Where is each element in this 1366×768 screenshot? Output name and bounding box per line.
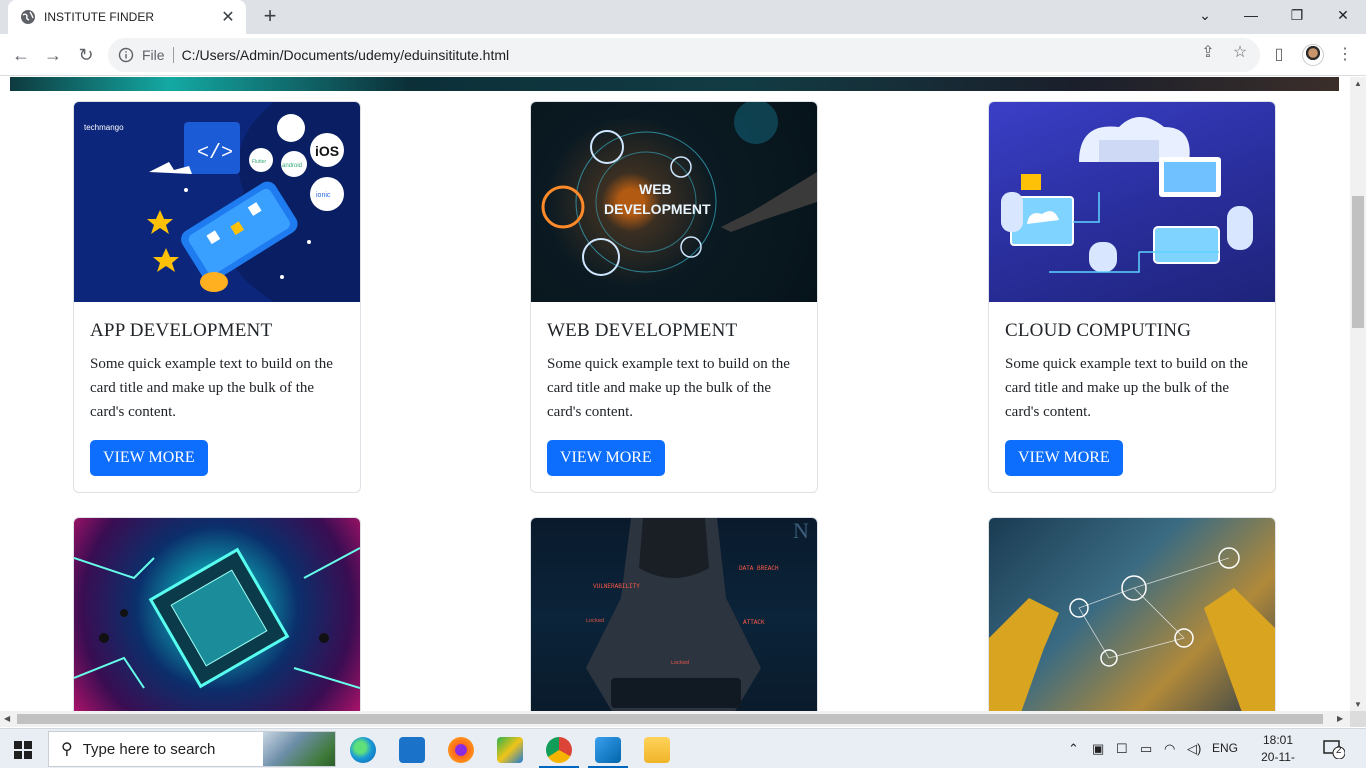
volume-icon[interactable]: ◁) <box>1187 741 1201 757</box>
scrollbar-corner <box>1350 711 1366 727</box>
card-electronics <box>73 517 361 711</box>
web-heading-1: WEB <box>639 181 672 197</box>
card-app-development: techmango </> iOS Flutter android ionic … <box>73 101 361 493</box>
info-icon[interactable] <box>118 47 134 63</box>
snipping-tool-icon[interactable] <box>497 737 523 763</box>
view-more-button[interactable]: VIEW MORE <box>1005 440 1123 476</box>
card-text: Some quick example text to build on the … <box>1005 356 1248 420</box>
svg-text:VULNERABILITY: VULNERABILITY <box>593 583 640 590</box>
profile-avatar[interactable] <box>1302 44 1324 66</box>
browser-tab[interactable]: INSTITUTE FINDER ✕ <box>8 0 246 34</box>
svg-text:android: android <box>282 163 302 169</box>
card-robotics <box>988 517 1276 711</box>
hero-banner-bottom <box>10 77 1339 91</box>
svg-text:Locked: Locked <box>671 660 689 666</box>
card-title: WEB DEVELOPMENT <box>547 320 738 341</box>
card-title: CLOUD COMPUTING <box>1005 320 1192 341</box>
card-title: APP DEVELOPMENT <box>90 320 273 341</box>
robotics-image <box>989 518 1275 711</box>
bookmark-star-icon[interactable]: ☆ <box>1229 42 1251 62</box>
vertical-scrollbar[interactable]: ▲ ▼ <box>1350 77 1366 711</box>
svg-text:</>: </> <box>197 142 233 165</box>
reload-icon[interactable]: ↻ <box>73 42 99 68</box>
horizontal-scroll-thumb[interactable] <box>17 714 1323 724</box>
taskbar-search-box[interactable]: ⚲ Type here to search <box>48 731 336 767</box>
notification-count: 2 <box>1336 745 1342 756</box>
app-development-image: techmango </> iOS Flutter android ionic <box>74 102 360 302</box>
page-viewport: techmango </> iOS Flutter android ionic … <box>0 77 1350 711</box>
chrome-icon[interactable] <box>546 737 572 763</box>
edge-icon[interactable] <box>350 737 376 763</box>
back-arrow-icon[interactable]: ← <box>8 42 34 68</box>
clock-time: 18:01 <box>1262 733 1294 747</box>
scroll-right-icon[interactable]: ▶ <box>1337 714 1343 723</box>
card-text: Some quick example text to build on the … <box>547 356 790 420</box>
svg-text:ionic: ionic <box>316 192 331 199</box>
onedrive-icon[interactable]: ☐ <box>1116 741 1128 757</box>
search-highlight-image <box>263 732 335 766</box>
svg-text:N: N <box>793 518 809 543</box>
chevron-up-icon[interactable]: ⌃ <box>1068 741 1079 757</box>
windows-start-icon[interactable] <box>14 741 32 759</box>
battery-icon[interactable]: ▭ <box>1140 741 1152 757</box>
menu-kebab-icon[interactable]: ⋮ <box>1332 42 1358 68</box>
tab-strip: INSTITUTE FINDER ✕ + ⌄ — ❐ ✕ <box>0 0 1366 34</box>
restore-button[interactable]: ❐ <box>1274 0 1320 30</box>
vscode-icon[interactable] <box>595 737 621 763</box>
language-indicator[interactable]: ENG <box>1212 741 1238 755</box>
side-panel-icon[interactable]: ▯ <box>1266 42 1292 68</box>
search-icon: ⚲ <box>61 741 73 758</box>
mail-icon[interactable] <box>399 737 425 763</box>
brand-text: techmango <box>84 123 124 132</box>
web-development-image: WEB DEVELOPMENT <box>531 102 817 302</box>
minimize-button[interactable]: — <box>1228 0 1274 30</box>
address-bar[interactable]: File C:/Users/Admin/Documents/udemy/edui… <box>108 38 1260 72</box>
svg-text:Flutter: Flutter <box>252 159 267 165</box>
search-placeholder: Type here to search <box>82 740 216 758</box>
firefox-icon[interactable] <box>448 737 474 763</box>
file-explorer-icon[interactable] <box>644 737 670 763</box>
svg-text:DATA BREACH: DATA BREACH <box>739 565 779 572</box>
cloud-computing-image <box>989 102 1275 302</box>
horizontal-scrollbar[interactable]: ◀ ▶ <box>0 711 1350 727</box>
svg-text:Locked: Locked <box>586 618 604 624</box>
system-clock[interactable]: 18:01 20-11-2023 <box>1249 732 1307 768</box>
web-heading-2: DEVELOPMENT <box>604 201 711 217</box>
view-more-button[interactable]: VIEW MORE <box>90 440 208 476</box>
clock-date: 20-11-2023 <box>1261 750 1295 768</box>
file-scheme-label: File <box>142 47 174 63</box>
scroll-up-icon[interactable]: ▲ <box>1354 79 1362 88</box>
taskbar: ⚲ Type here to search ⌃ ▣ ☐ ▭ ◠ ◁) ENG 1… <box>0 728 1366 768</box>
meet-now-icon[interactable]: ▣ <box>1092 741 1104 757</box>
forward-arrow-icon[interactable]: → <box>40 42 66 68</box>
card-text: Some quick example text to build on the … <box>90 356 333 420</box>
notification-center-icon[interactable]: 2 <box>1323 739 1346 760</box>
svg-text:ATTACK: ATTACK <box>743 619 765 626</box>
scroll-down-icon[interactable]: ▼ <box>1354 700 1362 709</box>
circuit-chip-image <box>74 518 360 711</box>
card-cyber-security: VULNERABILITY DATA BREACH ATTACK Locked … <box>530 517 818 711</box>
wifi-icon[interactable]: ◠ <box>1164 741 1175 757</box>
tab-title: INSTITUTE FINDER <box>44 10 154 24</box>
close-window-button[interactable]: ✕ <box>1320 0 1366 30</box>
vertical-scroll-thumb[interactable] <box>1352 196 1364 328</box>
globe-icon <box>21 10 35 24</box>
new-tab-button[interactable]: + <box>258 4 282 28</box>
scroll-left-icon[interactable]: ◀ <box>4 714 10 723</box>
card-web-development: WEB DEVELOPMENT WEB DEVELOPMENT Some qui… <box>530 101 818 493</box>
url-text[interactable]: C:/Users/Admin/Documents/udemy/eduinsiti… <box>182 47 510 63</box>
share-icon[interactable]: ⇪ <box>1197 42 1219 62</box>
cyber-security-image: VULNERABILITY DATA BREACH ATTACK Locked … <box>531 518 817 711</box>
view-more-button[interactable]: VIEW MORE <box>547 440 665 476</box>
tab-search-chevron-icon[interactable]: ⌄ <box>1182 0 1228 30</box>
close-tab-icon[interactable]: ✕ <box>220 7 236 27</box>
card-cloud-computing: CLOUD COMPUTING Some quick example text … <box>988 101 1276 493</box>
svg-text:iOS: iOS <box>315 143 339 159</box>
browser-toolbar: ← → ↻ File C:/Users/Admin/Documents/udem… <box>0 34 1366 76</box>
